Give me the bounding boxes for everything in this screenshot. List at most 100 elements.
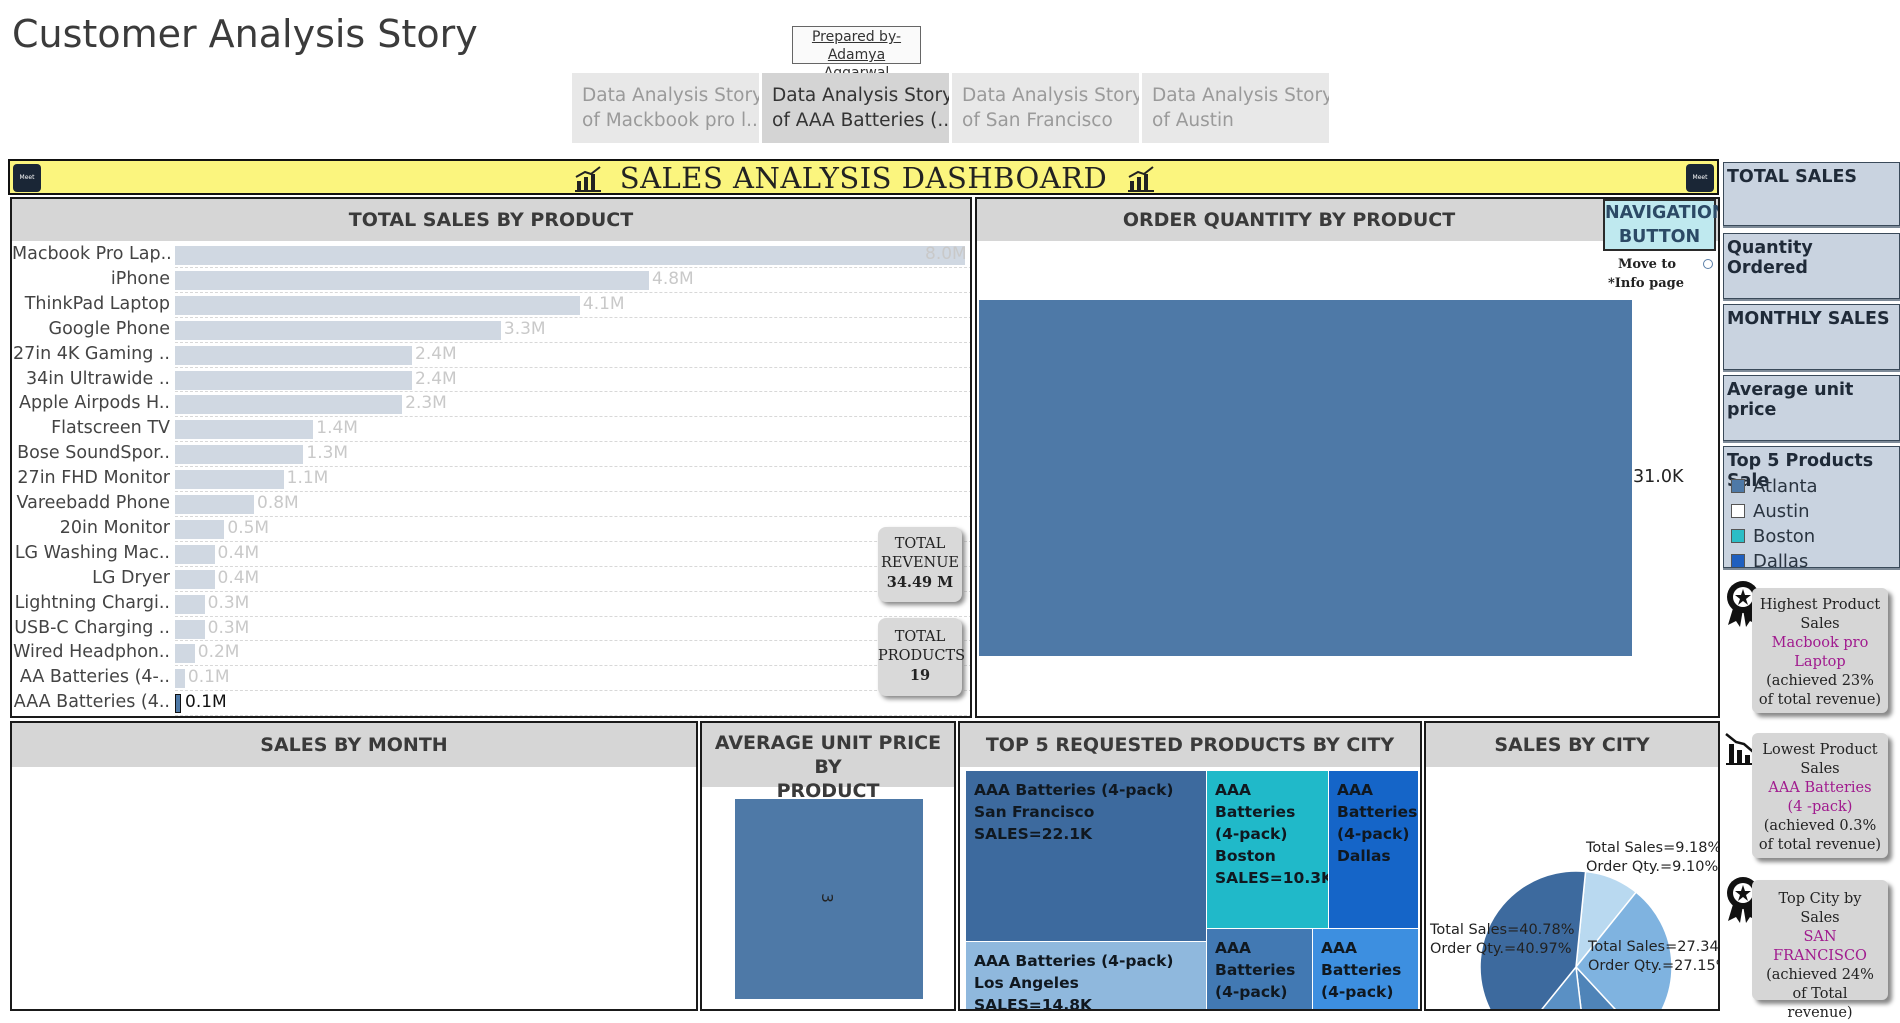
treemap-cell-dallas[interactable]: AAA Batteries (4-pack) Dallas: [1329, 771, 1418, 928]
treemap-text: SALES=10.3K: [1215, 869, 1328, 887]
story-tab-macbook[interactable]: Data Analysis Story of Mackbook pro l..: [572, 73, 759, 143]
kpi-label: REVENUE: [880, 555, 960, 571]
legend-label: Austin: [1753, 501, 1810, 522]
story-tab-line: Data Analysis Story: [1152, 85, 1329, 106]
checkbox-icon: [1731, 479, 1745, 493]
total-revenue-card: TOTAL REVENUE 34.49 M: [878, 527, 962, 602]
sales-bar[interactable]: [175, 495, 254, 514]
bar-row-divider: [175, 316, 970, 318]
treemap-text: Dallas: [1337, 847, 1391, 865]
pie-label-2: Total Sales=40.78% Order Qty.=40.97%: [1430, 921, 1575, 959]
monthly-sales-filter[interactable]: MONTHLY SALES: [1723, 304, 1900, 370]
bar-row-divider: [175, 366, 970, 368]
insight-text: of total revenue): [1758, 692, 1882, 708]
story-tab-aaa-batteries[interactable]: Data Analysis Story of AAA Batteries (..: [762, 73, 949, 143]
total-sales-filter[interactable]: TOTAL SALES: [1723, 162, 1900, 226]
panel-title: AVERAGE UNIT PRICE BY PRODUCT: [702, 723, 954, 802]
treemap-cell-5[interactable]: AAA Batteries (4-pack): [1207, 929, 1312, 1009]
treemap-text: AAA Batteries: [1215, 781, 1296, 821]
legend-item-boston[interactable]: Boston: [1728, 524, 1815, 549]
kpi-label: PRODUCTS: [878, 648, 966, 664]
treemap-text: Batteries: [1215, 961, 1296, 979]
navigation-button[interactable]: NAVIGATION BUTTON: [1603, 199, 1718, 251]
treemap-text: Los Angeles: [974, 974, 1079, 992]
sales-bar[interactable]: [175, 395, 403, 415]
sales-bar[interactable]: [175, 594, 205, 614]
treemap-cell-san-francisco[interactable]: AAA Batteries (4-pack) San Francisco SAL…: [966, 771, 1206, 941]
bar-row-divider: [175, 715, 970, 716]
bar-row-divider: [175, 665, 970, 667]
bar-value-label: 0.3M: [207, 617, 250, 638]
treemap-cell-boston[interactable]: AAA Batteries (4-pack) Boston SALES=10.3…: [1207, 771, 1328, 928]
sales-bar[interactable]: [175, 619, 205, 639]
order-quantity-value: 31.0K: [1633, 467, 1684, 487]
sales-bar[interactable]: [175, 246, 965, 265]
checkbox-icon: [1731, 554, 1745, 567]
sales-bar[interactable]: [175, 669, 185, 689]
sales-bar[interactable]: [175, 470, 284, 490]
nav-link-label: Move to: [1618, 257, 1677, 272]
sales-bar[interactable]: [175, 694, 181, 714]
sales-bar[interactable]: [175, 569, 215, 589]
sales-bar[interactable]: [175, 295, 580, 315]
insight-highlight: (4 -pack): [1787, 799, 1853, 815]
navigation-title: BUTTON: [1618, 227, 1701, 247]
insight-text: Lowest Product: [1762, 742, 1878, 758]
pie-label-text: Order Qty.=27.15%: [1588, 958, 1720, 974]
panel-title: TOTAL SALES BY PRODUCT: [12, 199, 970, 241]
panel-title: SALES BY CITY: [1426, 723, 1718, 767]
treemap-text: (4-pack): [1215, 825, 1288, 843]
checkbox-icon: [1731, 529, 1745, 543]
story-tab-line: of Austin: [1152, 110, 1234, 131]
radio-icon[interactable]: [1703, 259, 1713, 269]
sales-bar[interactable]: [175, 445, 304, 465]
sales-bar[interactable]: [175, 270, 649, 290]
highest-product-sales-card: Highest Product Sales Macbook pro Laptop…: [1752, 588, 1888, 713]
treemap-text: (4-pack): [1337, 825, 1410, 843]
insight-text: Top City by: [1778, 891, 1862, 907]
bar-value-label: 0.4M: [217, 542, 260, 563]
pie-label-3: Total Sales=27.34% Order Qty.=27.15%: [1588, 938, 1720, 976]
bar-value-label: 8.0M: [925, 244, 967, 264]
legend-item-atlanta[interactable]: Atlanta: [1728, 474, 1818, 499]
order-quantity-bar[interactable]: [979, 300, 1632, 656]
average-unit-price-filter[interactable]: Average unit price: [1723, 375, 1900, 441]
pie-label-text: Total Sales=9.18%: [1586, 840, 1720, 856]
sales-bar[interactable]: [175, 370, 412, 390]
legend-item-dallas[interactable]: Dallas: [1728, 549, 1808, 567]
pie-label-text: Total Sales=27.34%: [1588, 939, 1720, 955]
bar-value-label: 0.5M: [227, 517, 270, 538]
story-tab-line: of San Francisco: [962, 110, 1113, 131]
insight-text: of total revenue): [1758, 837, 1882, 853]
nav-link-label: *Info page: [1608, 276, 1684, 291]
insight-text: Sales: [1800, 910, 1840, 926]
panel-title: TOP 5 REQUESTED PRODUCTS BY CITY: [960, 723, 1420, 767]
bar-category-label: Macbook Pro Lap..: [12, 244, 170, 264]
total-products-value: 19: [909, 667, 931, 684]
bar-row-divider: [175, 515, 970, 517]
story-tab-austin[interactable]: Data Analysis Story of Austin: [1142, 73, 1329, 143]
move-to-info-link[interactable]: Move to *Info page: [1608, 255, 1716, 292]
legend-item-austin[interactable]: Austin: [1728, 499, 1810, 524]
bar-category-label: Bose SoundSpor..: [17, 443, 170, 464]
quantity-ordered-filter[interactable]: Quantity Ordered: [1723, 233, 1900, 299]
pie-label-text: Order Qty.=9.10%: [1586, 859, 1719, 875]
sales-bar[interactable]: [175, 320, 501, 340]
growth-chart-icon: [1128, 166, 1154, 192]
sales-bar[interactable]: [175, 519, 225, 539]
treemap-text: Boston: [1215, 847, 1276, 865]
sales-bar[interactable]: [175, 345, 412, 365]
treemap-text: Batteries: [1321, 961, 1402, 979]
treemap-cell-6[interactable]: AAA Batteries (4-pack): [1313, 929, 1418, 1009]
sales-bar[interactable]: [175, 644, 195, 664]
bar-category-label: 27in FHD Monitor: [17, 468, 170, 489]
story-tab-san-francisco[interactable]: Data Analysis Story of San Francisco: [952, 73, 1139, 143]
sales-bar[interactable]: [175, 420, 314, 440]
sales-bar[interactable]: [175, 544, 215, 564]
average-unit-price-value: 3: [817, 893, 836, 903]
total-sales-by-product-panel: TOTAL SALES BY PRODUCT Macbook Pro Lap..…: [10, 197, 972, 718]
treemap-cell-los-angeles[interactable]: AAA Batteries (4-pack) Los Angeles SALES…: [966, 942, 1206, 1009]
bar-value-label: 0.3M: [207, 592, 250, 613]
story-tab-line: Data Analysis Story: [962, 85, 1139, 106]
lowest-product-sales-card: Lowest Product Sales AAA Batteries (4 -p…: [1752, 733, 1888, 858]
